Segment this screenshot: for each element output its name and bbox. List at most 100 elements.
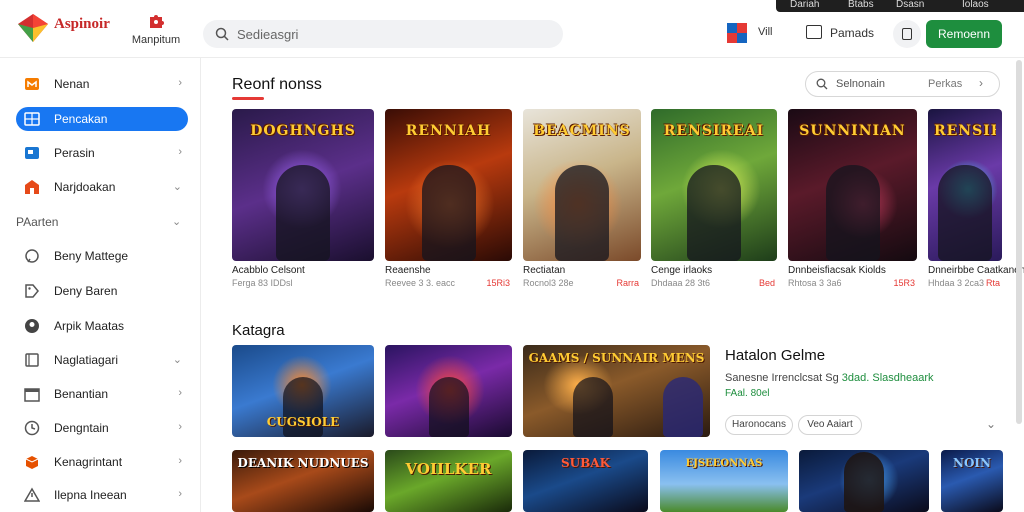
sidebar-item-shop[interactable]: Narjdoakan ⌄ bbox=[16, 175, 188, 199]
notification-icon bbox=[902, 28, 912, 40]
recent-section-title: Reonf nonss bbox=[232, 76, 322, 93]
sidebar-item-active[interactable]: Pencakan bbox=[16, 107, 188, 131]
app-name[interactable]: Aspinoir bbox=[54, 16, 110, 33]
box-icon bbox=[25, 456, 39, 469]
sidebar-section-title: PAarten bbox=[16, 215, 59, 229]
sidebar-item-clock[interactable]: Dengntain › bbox=[16, 416, 188, 440]
category-tile-title: EJSEEONNAS bbox=[685, 458, 763, 469]
chevron-right-icon: › bbox=[178, 455, 182, 467]
game-cover-title: RENSIE bbox=[934, 123, 996, 139]
category-tile[interactable] bbox=[799, 450, 929, 512]
category-tile[interactable]: SUBAK bbox=[523, 450, 648, 512]
filter-dropdown[interactable]: Selnonain Perkas › bbox=[805, 71, 1000, 97]
cta-button[interactable]: Remoenn bbox=[926, 20, 1002, 48]
sidebar-item-label: Pencakan bbox=[54, 112, 108, 126]
sidebar-item-chat[interactable]: Beny Mattege bbox=[16, 244, 188, 268]
sidebar-item-book[interactable]: Naglatiagari ⌄ bbox=[16, 348, 188, 372]
game-price: Rta bbox=[985, 278, 1000, 288]
game-name: Cenge irlaoks bbox=[651, 265, 713, 276]
category-tile[interactable]: NOIN bbox=[941, 450, 1003, 512]
game-cover-title: RENNIAH bbox=[405, 123, 492, 139]
featured-pill-button[interactable]: Haronocans bbox=[725, 415, 793, 435]
chevron-down-icon[interactable]: ⌄ bbox=[172, 215, 181, 228]
game-card[interactable]: RENSIE Dnneirbbe Caatkanen Hhdaa 3 2ca3 R… bbox=[928, 109, 1024, 288]
chevron-down-icon: › bbox=[979, 76, 983, 90]
game-card[interactable]: SUNNINIAN Dnnbeisfiacsak Kiolds Rhtosa 3… bbox=[788, 109, 917, 288]
category-tile[interactable]: CUGSIOLE bbox=[232, 345, 374, 437]
sidebar-item-calendar[interactable]: Benantian › bbox=[16, 382, 188, 406]
brand-secondary[interactable]: Manpitum bbox=[130, 12, 182, 48]
game-name: Reaenshe bbox=[385, 265, 431, 276]
game-card[interactable]: RENNIAH Reaenshe Reevee 3 3. eacc 15Ri3 bbox=[385, 109, 512, 288]
category-tile-title: GAAMS / SUNNAIR MENS bbox=[528, 351, 705, 365]
sidebar-item-user[interactable]: Arpik Maatas bbox=[16, 314, 188, 338]
category-tile[interactable]: EJSEEONNAS bbox=[660, 450, 788, 512]
sidebar-item-home[interactable]: Nenan › bbox=[16, 72, 188, 96]
chevron-down-icon[interactable]: ⌄ bbox=[986, 417, 996, 431]
game-meta: Rhtosa 3 3a6 15R3 bbox=[788, 278, 915, 288]
sidebar-item-box[interactable]: Kenagrintant › bbox=[16, 450, 188, 474]
game-cover-title: SUNNINIAN bbox=[799, 123, 906, 139]
user-icon bbox=[25, 319, 39, 333]
category-tile[interactable]: VOIILKER bbox=[385, 450, 512, 512]
sidebar-item-label: Deny Baren bbox=[54, 284, 118, 298]
game-meta: Dhdaaa 28 3t6 Bed bbox=[651, 278, 775, 288]
system-link-4[interactable]: Iolaos bbox=[962, 0, 989, 10]
category-tile-title: SUBAK bbox=[560, 456, 610, 470]
sidebar-item-label: Arpik Maatas bbox=[54, 319, 125, 333]
grid-icon bbox=[24, 112, 40, 126]
search-icon bbox=[215, 27, 229, 41]
search-icon bbox=[816, 78, 828, 90]
warning-icon bbox=[24, 487, 40, 502]
game-cover[interactable]: DOGHNGHS bbox=[232, 109, 374, 261]
featured-price: FAal. 80el bbox=[725, 388, 770, 399]
game-cover[interactable]: SUNNINIAN bbox=[788, 109, 917, 261]
scrollbar[interactable] bbox=[1016, 60, 1022, 424]
featured-description: Sanesne Irrenclcsat Sg 3dad. Slasdheaark bbox=[725, 372, 934, 384]
sidebar-item-warning[interactable]: Ilepna Ineean › bbox=[16, 483, 188, 507]
sidebar-item-label: Nenan bbox=[54, 77, 90, 91]
game-card[interactable]: BEACMINS Rectiatan Rocnol3 28e Rarra bbox=[523, 109, 641, 288]
game-cover[interactable]: RENSIE bbox=[928, 109, 1002, 261]
featured-title: Hatalon Gelme bbox=[725, 347, 826, 364]
search-bar[interactable] bbox=[203, 20, 563, 48]
search-input[interactable] bbox=[237, 24, 547, 44]
game-name: Acabblo Celsont bbox=[232, 265, 305, 276]
main-content: Reonf nonss Selnonain Perkas › DOGHNGHS … bbox=[202, 58, 1024, 512]
category-tile[interactable]: GAAMS / SUNNAIR MENS bbox=[523, 345, 710, 437]
sidebar-item-label: Ilepna Ineean bbox=[54, 488, 127, 502]
game-cover[interactable]: BEACMINS bbox=[523, 109, 641, 261]
game-cover[interactable]: RENNIAH bbox=[385, 109, 512, 261]
sidebar-item-tag[interactable]: Deny Baren bbox=[16, 279, 188, 303]
calendar-icon bbox=[24, 388, 40, 402]
category-tile-title: NOIN bbox=[952, 456, 991, 470]
sidebar: Nenan › Pencakan Perasin › Narjdoakan ⌄ … bbox=[0, 58, 201, 512]
system-link-3[interactable]: Dsasn bbox=[896, 0, 924, 10]
game-cover-title: RENSIREAI bbox=[663, 123, 765, 139]
filter-label: Selnonain bbox=[836, 78, 885, 90]
system-bar: Dariah Btabs Dsasn Iolaos bbox=[776, 0, 1024, 12]
category-tile[interactable] bbox=[385, 345, 512, 437]
sidebar-item-flag[interactable]: Perasin › bbox=[16, 141, 188, 165]
chevron-down-icon: ⌄ bbox=[172, 354, 182, 366]
sidebar-item-label: Dengntain bbox=[54, 421, 109, 435]
chevron-right-icon: › bbox=[178, 488, 182, 500]
game-card[interactable]: DOGHNGHS Acabblo Celsont Ferga 83 IDDsl bbox=[232, 109, 374, 288]
category-tile[interactable]: DEANIK NUDNUES bbox=[232, 450, 374, 512]
notification-button[interactable] bbox=[893, 20, 921, 48]
sidebar-item-label: Naglatiagari bbox=[54, 353, 119, 367]
game-name: Dnnbeisfiacsak Kiolds bbox=[788, 265, 886, 276]
featured-pill-button[interactable]: Veo Aaiart bbox=[798, 415, 862, 435]
logo-icon[interactable] bbox=[16, 12, 50, 44]
game-cover-title: DOGHNGHS bbox=[250, 123, 356, 139]
game-price: Bed bbox=[758, 278, 775, 288]
home-icon bbox=[25, 78, 39, 90]
system-link-1[interactable]: Dariah bbox=[790, 0, 819, 10]
category-tile-title: VOIILKER bbox=[405, 460, 492, 478]
system-link-2[interactable]: Btabs bbox=[848, 0, 874, 10]
game-card[interactable]: RENSIREAI Cenge irlaoks Dhdaaa 28 3t6 Bed bbox=[651, 109, 777, 288]
game-price: 15R3 bbox=[893, 278, 915, 288]
game-cover[interactable]: RENSIREAI bbox=[651, 109, 777, 261]
flag-icon bbox=[25, 147, 39, 159]
brand-secondary-label: Manpitum bbox=[131, 34, 181, 46]
